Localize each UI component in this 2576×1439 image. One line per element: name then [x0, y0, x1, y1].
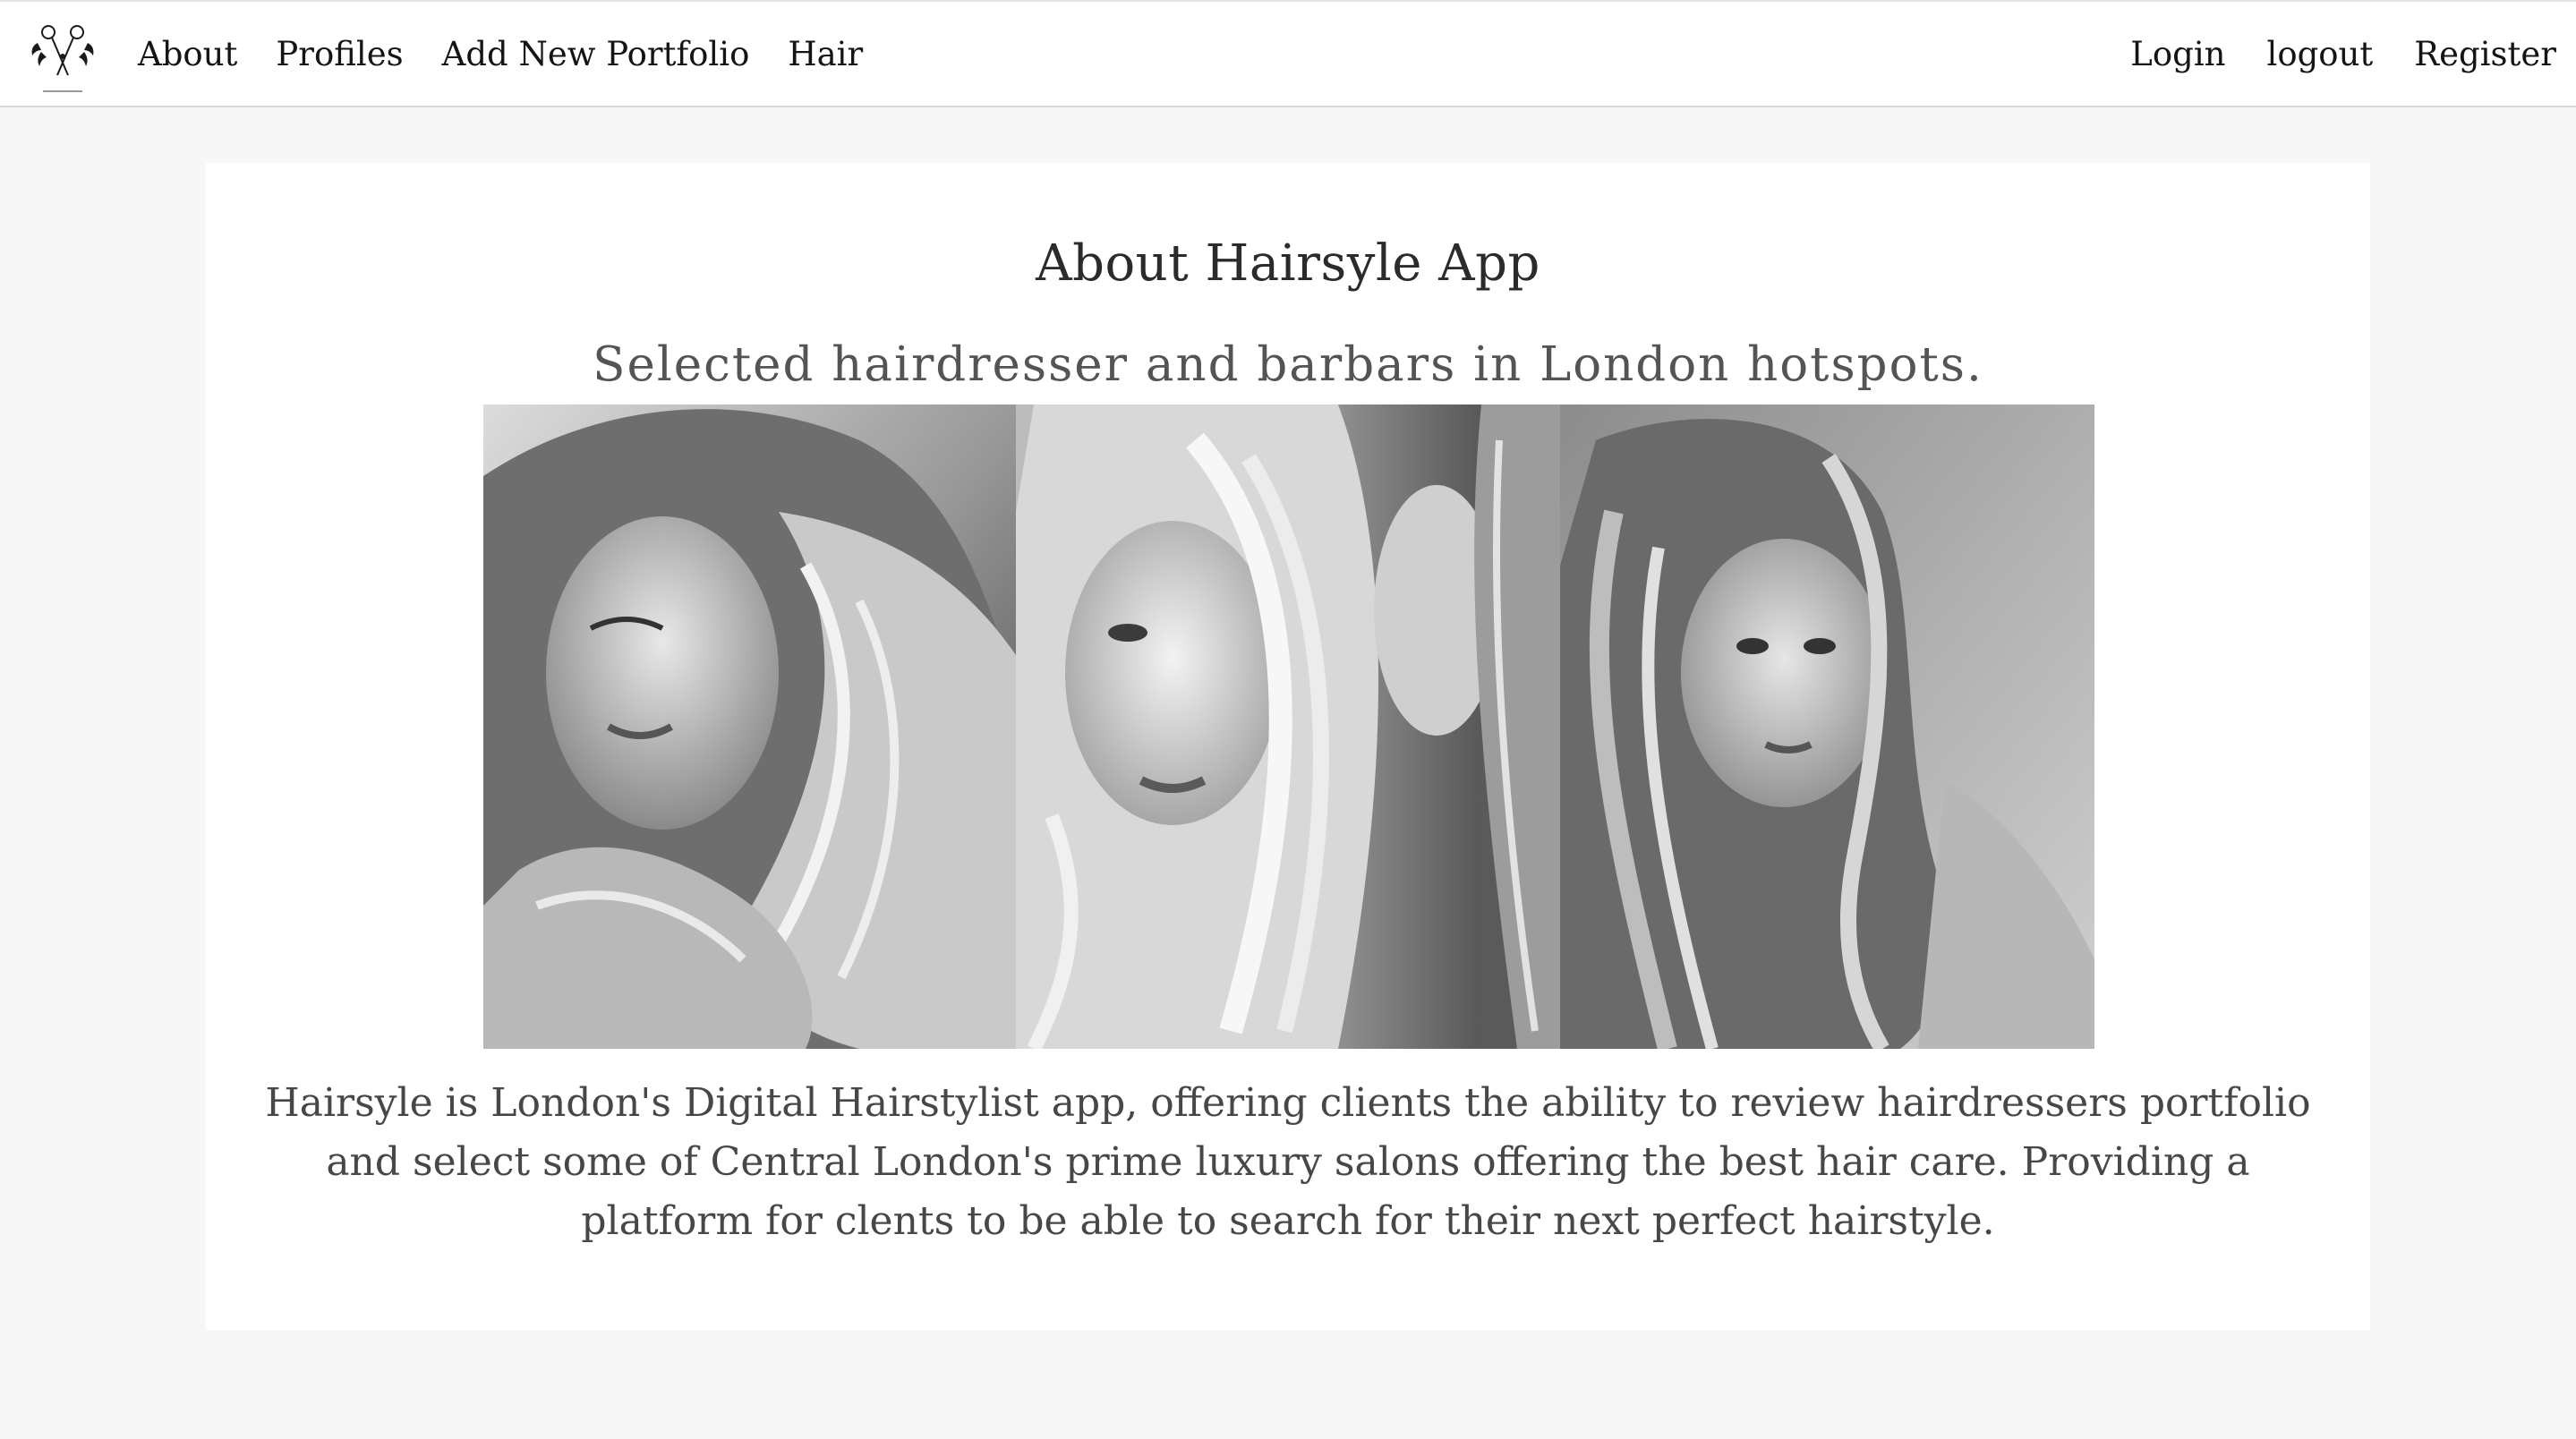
nav-link-register[interactable]: Register [2414, 35, 2556, 73]
about-card: About Hairsyle App Selected hairdresser … [206, 163, 2370, 1330]
hero-image-model-3 [1560, 404, 2094, 1049]
about-description: Hairsyle is London's Digital Hairstylist… [265, 1080, 2311, 1244]
hero-image-collage [483, 404, 2094, 1049]
hero-image-model-1 [483, 404, 1016, 1049]
nav-link-profiles[interactable]: Profiles [276, 35, 403, 73]
nav-left-menu: About Profiles Add New Portfolio Hair [138, 2, 901, 106]
brand-logo[interactable] [21, 16, 104, 98]
nav-link-add-new-portfolio[interactable]: Add New Portfolio [442, 35, 750, 73]
page-title: About Hairsyle App [1036, 234, 1540, 293]
scissors-logo-icon [31, 25, 94, 92]
hero-image-model-2 [1016, 404, 1560, 1049]
nav-right-menu: Login logout Register [2089, 2, 2556, 106]
nav-link-about[interactable]: About [138, 35, 237, 73]
page-subtitle: Selected hairdresser and barbars in Lond… [593, 337, 1983, 392]
nav-link-logout[interactable]: logout [2267, 35, 2374, 73]
nav-link-hair[interactable]: Hair [788, 35, 863, 73]
top-navbar: About Profiles Add New Portfolio Hair Lo… [0, 0, 2576, 107]
nav-link-login[interactable]: Login [2130, 35, 2225, 73]
